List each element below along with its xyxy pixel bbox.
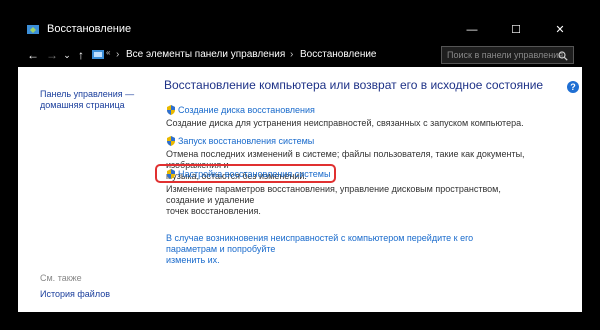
- reset-pc-link-line: изменить их.: [166, 255, 220, 265]
- control-panel-window: Восстановление — ☐ ✕ ← → ⌄ ↑ « › Все эле…: [18, 17, 582, 312]
- reset-pc-link-line: В случае возникновения неисправностей с …: [166, 233, 474, 254]
- home-link-line: домашняя страница: [40, 100, 125, 110]
- uac-shield-icon: [167, 136, 175, 146]
- up-arrow-icon[interactable]: ↑: [74, 48, 88, 62]
- control-panel-home-link[interactable]: Панель управления — домашняя страница: [40, 89, 134, 111]
- back-arrow-icon[interactable]: ←: [26, 48, 40, 62]
- address-bar: ← → ⌄ ↑ « › Все элементы панели управлен…: [18, 43, 582, 67]
- start-system-restore-link[interactable]: Запуск восстановления системы: [178, 136, 314, 146]
- desc-line: точек восстановления.: [166, 206, 261, 216]
- control-panel-icon: [92, 50, 104, 59]
- configure-system-restore-link[interactable]: Настройка восстановления системы: [178, 169, 330, 179]
- breadcrumb-recovery[interactable]: Восстановление: [300, 49, 377, 60]
- file-history-link[interactable]: История файлов: [40, 289, 110, 299]
- maximize-button[interactable]: ☐: [494, 17, 538, 43]
- minimize-button[interactable]: —: [450, 17, 494, 43]
- home-link-line: Панель управления —: [40, 89, 135, 99]
- create-recovery-drive-link[interactable]: Создание диска восстановления: [178, 105, 315, 115]
- breadcrumb-overflow[interactable]: «: [106, 48, 110, 57]
- desc-line: Создание диска для устранения неисправно…: [166, 118, 524, 128]
- window-title: Восстановление: [47, 23, 132, 35]
- search-input[interactable]: Поиск в панели управления: [441, 46, 574, 64]
- page-title: Восстановление компьютера или возврат ег…: [164, 78, 544, 92]
- search-placeholder: Поиск в панели управления: [447, 50, 564, 60]
- reset-pc-link[interactable]: В случае возникновения неисправностей с …: [166, 233, 496, 266]
- recovery-app-icon: [27, 25, 39, 34]
- uac-shield-icon: [167, 105, 175, 115]
- main-content: Панель управления — домашняя страница См…: [18, 67, 582, 312]
- breadcrumb[interactable]: « › Все элементы панели управления › Вос…: [90, 46, 441, 64]
- search-icon[interactable]: [558, 51, 568, 61]
- uac-shield-icon: [167, 169, 175, 179]
- recent-dropdown-icon[interactable]: ⌄: [60, 48, 74, 62]
- configure-system-restore-desc: Изменение параметров восстановления, упр…: [166, 184, 536, 217]
- breadcrumb-separator[interactable]: ›: [290, 49, 293, 60]
- forward-arrow-icon[interactable]: →: [45, 48, 59, 62]
- create-recovery-drive-desc: Создание диска для устранения неисправно…: [166, 118, 536, 129]
- title-bar: Восстановление — ☐ ✕: [18, 17, 582, 43]
- close-button[interactable]: ✕: [538, 17, 582, 43]
- breadcrumb-all-items[interactable]: Все элементы панели управления: [126, 49, 285, 60]
- desc-line: Изменение параметров восстановления, упр…: [166, 184, 501, 205]
- breadcrumb-separator[interactable]: ›: [116, 49, 119, 60]
- see-also-label: См. также: [40, 273, 82, 283]
- help-icon[interactable]: ?: [567, 81, 579, 93]
